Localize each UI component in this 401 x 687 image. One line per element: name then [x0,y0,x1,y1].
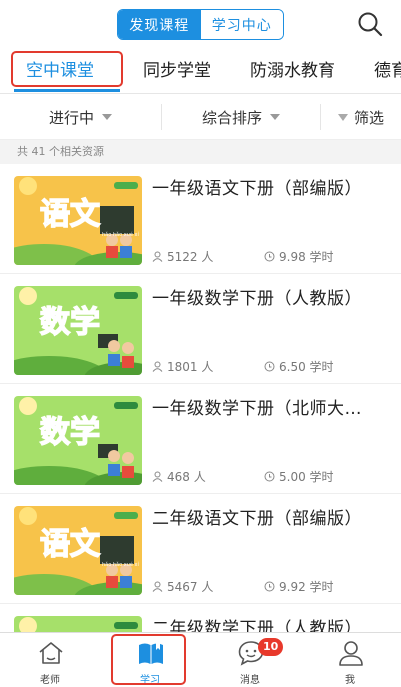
course-item[interactable]: 语文 hǎo hǎo xué xí 一年级语文下册（部编版） 5122 人 9.… [0,164,401,274]
clock-icon [264,251,275,262]
course-title: 二年级语文下册（部编版） [152,509,362,529]
study-hours: 9.98 学时 [264,248,334,265]
course-title: 二年级数学下册（人教版） [152,619,362,632]
funnel-icon [337,113,348,121]
filter-sort-label: 综合排序 [201,108,262,127]
course-thumbnail: 语文 hǎo hǎo xué xí [14,506,142,595]
study-hours: 9.92 学时 [264,578,334,595]
chevron-down-icon [102,114,112,120]
segment-switch: 发现课程 学习中心 [117,9,284,40]
filter-status-label: 进行中 [48,108,94,127]
learner-count-text: 468 人 [167,470,206,484]
course-thumbnail: 数学 [14,616,142,632]
nav-me-label: 我 [345,675,355,686]
course-list: 语文 hǎo hǎo xué xí 一年级语文下册（部编版） 5122 人 9.… [0,164,401,632]
thumb-subject-text: 数学 [40,305,100,340]
course-title: 一年级语文下册（部编版） [152,179,362,199]
segment-learning-center[interactable]: 学习中心 [200,10,283,39]
clock-icon [264,361,275,372]
study-hours-text: 9.98 学时 [279,250,334,264]
tab-drowning-prevention[interactable]: 防溺水教育 [250,48,335,93]
learner-count: 468 人 [152,468,206,485]
thumb-caption: hǎo hǎo xué xí [102,561,140,568]
course-thumbnail: 数学 [14,286,142,375]
course-item[interactable]: 数学 一年级数学下册（人教版） 1801 人 6.50 学时 [0,274,401,384]
search-icon[interactable] [356,10,384,38]
study-hours-text: 6.50 学时 [279,360,334,374]
study-hours-text: 9.92 学时 [279,580,334,594]
study-hours-text: 5.00 学时 [279,470,334,484]
filter-bar: 进行中 综合排序 筛选 [0,94,401,140]
study-hours: 5.00 学时 [264,468,334,485]
segment-discover-courses[interactable]: 发现课程 [118,10,201,39]
course-item[interactable]: 语文 hǎo hǎo xué xí 二年级语文下册（部编版） 5467 人 9.… [0,494,401,604]
top-header: 发现课程 学习中心 [0,0,401,48]
nav-teacher-label: 老师 [40,675,60,686]
course-item[interactable]: 数学 一年级数学下册（北师大… 468 人 5.00 学时 [0,384,401,494]
house-icon [39,642,63,664]
nav-messages[interactable]: 10 消息 [200,633,300,687]
thumb-caption: hǎo hǎo xué xí [102,231,140,238]
filter-sort[interactable]: 综合排序 [162,94,320,140]
chevron-down-icon [270,114,280,120]
course-item[interactable]: 数学 二年级数学下册（人教版） [0,604,401,632]
highlight-box-tab [11,51,123,87]
study-hours: 6.50 学时 [264,358,334,375]
thumb-subject-text: 语文 [40,527,100,562]
highlight-box-nav [111,634,186,685]
learner-count-text: 5122 人 [167,250,214,264]
clock-icon [264,581,275,592]
filter-screen[interactable]: 筛选 [321,94,401,140]
person-icon [152,581,163,592]
tab-sync-class[interactable]: 同步学堂 [143,48,211,93]
nav-me[interactable]: 我 [300,633,400,687]
learner-count-text: 5467 人 [167,580,214,594]
course-thumbnail: 语文 hǎo hǎo xué xí [14,176,142,265]
result-count: 共 41 个相关资源 [0,140,401,164]
thumb-subject-text: 语文 [40,197,100,232]
learner-count: 5122 人 [152,248,213,265]
course-title: 一年级数学下册（人教版） [152,289,362,309]
filter-screen-label: 筛选 [353,108,384,127]
tab-moral-education[interactable]: 德育 [374,48,401,93]
clock-icon [264,471,275,482]
course-thumbnail: 数学 [14,396,142,485]
person-icon [152,251,163,262]
course-title: 一年级数学下册（北师大… [152,399,362,419]
bottom-nav: 老师 学习 10 消息 我 [0,632,401,687]
filter-status[interactable]: 进行中 [0,94,161,140]
nav-messages-label: 消息 [240,675,260,686]
active-tab-underline [14,89,120,92]
person-icon [152,361,163,372]
learner-count-text: 1801 人 [167,360,214,374]
thumb-subject-text: 数学 [40,415,100,450]
learner-count: 5467 人 [152,578,213,595]
unread-badge: 10 [258,638,284,656]
person-icon [152,471,163,482]
nav-teacher[interactable]: 老师 [0,633,100,687]
person-icon [339,641,363,666]
learner-count: 1801 人 [152,358,213,375]
